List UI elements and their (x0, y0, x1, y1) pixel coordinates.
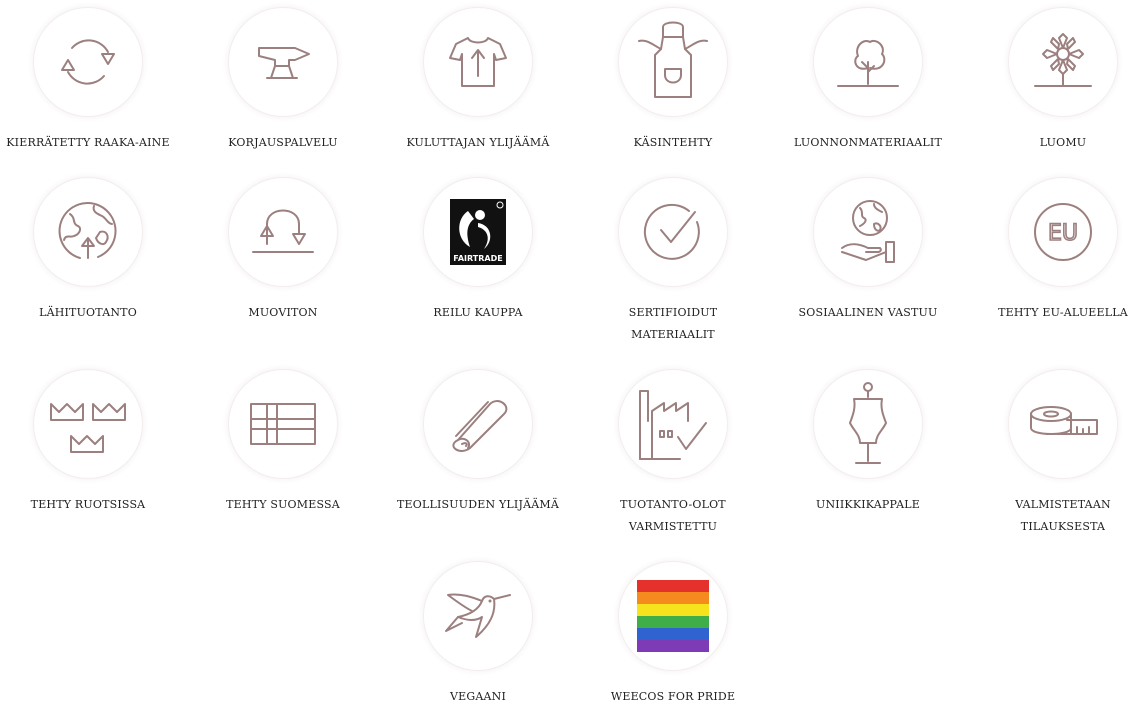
badge-label: KÄSINTEHTY (633, 136, 713, 149)
badge-muoviton[interactable]: MUOVITON (193, 178, 373, 324)
badge-reilu-kauppa[interactable]: FAIRTRADE REILU KAUPPA (388, 178, 568, 324)
badge-lahituotanto[interactable]: LÄHITUOTANTO (0, 178, 178, 324)
fabric-roll-icon (452, 400, 508, 452)
badge-label: SOSIAALINEN VASTUU (798, 306, 938, 319)
badge-sosiaalinen-vastuu[interactable]: SOSIAALINEN VASTUU (778, 178, 958, 324)
badge-sertifioidut[interactable]: SERTIFIOIDUT MATERIAALIT (583, 178, 763, 346)
badge-label: VALMISTETAAN TILAUKSESTA (1015, 498, 1111, 533)
badge-kasintehty[interactable]: KÄSINTEHTY (583, 8, 763, 154)
badge-tehty-eu[interactable]: EU TEHTY EU-ALUEELLA (973, 178, 1136, 324)
badge-label: LÄHITUOTANTO (39, 306, 137, 319)
tshirt-arrow-icon (449, 37, 507, 87)
badge-label: SERTIFIOIDUT MATERIAALIT (628, 306, 718, 341)
badge-weecos-for-pride[interactable]: WEECOS FOR PRIDE (583, 562, 763, 704)
flower-icon (1034, 33, 1092, 87)
badge-label: LUONNONMATERIAALIT (794, 136, 942, 149)
badge-luomu[interactable]: LUOMU (973, 8, 1136, 154)
badge-grid: KIERRÄTETTY RAAKA-AINE KORJAUSPALVELU KU… (0, 0, 1136, 704)
apron-icon (638, 21, 708, 98)
pride-flag-icon (637, 580, 709, 652)
badge-teollisuuden-ylijaama[interactable]: TEOLLISUUDEN YLIJÄÄMÄ (388, 370, 568, 516)
fairtrade-logo-icon: FAIRTRADE (450, 199, 506, 265)
three-crowns-icon (50, 403, 126, 453)
badge-label: WEECOS FOR PRIDE (610, 690, 736, 703)
hand-globe-icon (841, 200, 895, 263)
badge-tehty-suomessa[interactable]: TEHTY SUOMESSA (193, 370, 373, 516)
badge-tuotanto-olot[interactable]: TUOTANTO-OLOT VARMISTETTU (583, 370, 763, 538)
badge-label: UNIIKKIKAPPALE (816, 498, 920, 511)
badge-label: KULUTTAJAN YLIJÄÄMÄ (406, 136, 550, 149)
badge-uniikkikappale[interactable]: UNIIKKIKAPPALE (778, 370, 958, 516)
badge-luonnonmateriaalit[interactable]: LUONNONMATERIAALIT (778, 8, 958, 154)
badge-valmistetaan-tilauksesta[interactable]: VALMISTETAAN TILAUKSESTA (973, 370, 1136, 538)
badge-label: KORJAUSPALVELU (228, 136, 338, 149)
badge-label: KIERRÄTETTY RAAKA-AINE (6, 136, 170, 149)
eu-text: EU (1048, 221, 1078, 246)
badge-label: TEHTY EU-ALUEELLA (998, 306, 1128, 319)
eu-circle-icon: EU (1034, 203, 1092, 261)
badge-vegaani[interactable]: VEGAANI (388, 562, 568, 704)
badge-label: MUOVITON (248, 306, 318, 319)
badge-label: TUOTANTO-OLOT VARMISTETTU (620, 498, 726, 533)
fairtrade-text: FAIRTRADE (453, 254, 502, 263)
badge-label: LUOMU (1039, 136, 1087, 149)
tree-icon (837, 40, 899, 87)
anvil-icon (258, 47, 310, 79)
badge-label: VEGAANI (449, 690, 507, 703)
badge-tehty-ruotsissa[interactable]: TEHTY RUOTSISSA (0, 370, 178, 516)
hummingbird-icon (445, 593, 511, 638)
recycle-arrows-icon (61, 39, 115, 85)
u-turn-arrows-icon (252, 209, 314, 253)
badge-label: TEHTY SUOMESSA (226, 498, 340, 511)
measuring-tape-icon (1030, 406, 1098, 435)
factory-check-icon (639, 390, 707, 460)
badge-kuluttajan-ylijaama[interactable]: KULUTTAJAN YLIJÄÄMÄ (388, 8, 568, 154)
badge-label: TEHTY RUOTSISSA (30, 498, 146, 511)
badge-label: TEOLLISUUDEN YLIJÄÄMÄ (396, 498, 559, 511)
badge-korjauspalvelu[interactable]: KORJAUSPALVELU (193, 8, 373, 154)
globe-arrow-icon (58, 202, 117, 259)
dress-form-icon (849, 382, 887, 464)
finnish-flag-icon (250, 403, 316, 445)
badge-kierratetty[interactable]: KIERRÄTETTY RAAKA-AINE (0, 8, 178, 154)
check-circle-icon (643, 203, 700, 260)
badge-label: REILU KAUPPA (433, 306, 523, 319)
